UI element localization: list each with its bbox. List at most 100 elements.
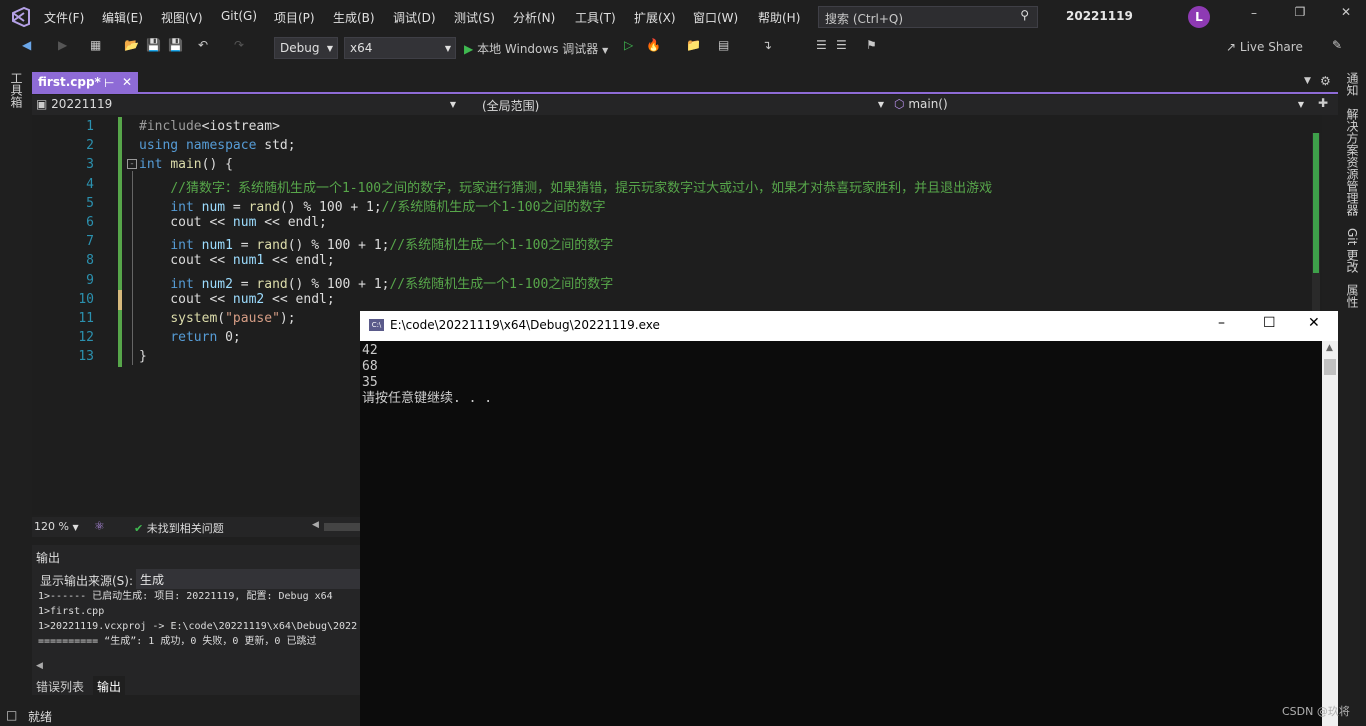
line-number: 6 [86, 215, 94, 230]
line-number: 5 [86, 195, 94, 211]
scope-dropdown[interactable]: (全局范围) ▼ [482, 97, 886, 113]
code-line: using namespace std; [139, 138, 296, 154]
project-dropdown[interactable]: ▣ 20221119 ▼ [36, 97, 458, 113]
code-line: int main() { [139, 157, 233, 173]
start-debug-button[interactable]: ▶ 本地 Windows 调试器 ▼ [464, 40, 608, 60]
console-scroll-thumb[interactable] [1324, 359, 1336, 375]
undo-icon[interactable]: ↶ [198, 38, 208, 58]
search-icon: ⚲ [1020, 8, 1029, 22]
back-icon[interactable]: ◀ [22, 38, 31, 58]
output-source-select[interactable]: 生成 [136, 569, 362, 589]
console-maximize-button[interactable]: ☐ [1263, 315, 1276, 331]
forward-icon[interactable]: ▶ [58, 38, 67, 58]
line-number: 7 [86, 234, 94, 250]
uncomment-icon[interactable]: ☰ [836, 38, 847, 58]
line-number: 9 [86, 272, 94, 288]
tab-first-cpp[interactable]: first.cpp* ⊢ ✕ [32, 72, 138, 94]
share-icon: ↗ [1226, 40, 1237, 54]
issues-indicator[interactable]: ✔ 未找到相关问题 [134, 520, 224, 536]
vs-logo-icon[interactable] [10, 6, 32, 28]
code-line: int num2 = rand() % 100 + 1;//系统随机生成一个1-… [170, 276, 614, 292]
save-icon[interactable]: 💾 [146, 38, 161, 58]
hot-reload-icon[interactable]: 🔥 [646, 38, 661, 58]
scroll-left-icon[interactable]: ◀ [312, 520, 319, 530]
solution-explorer-icon[interactable]: 📁 [686, 38, 701, 58]
chevron-down-icon: ▼ [444, 44, 451, 53]
output-tab[interactable]: 输出 [93, 676, 126, 697]
console-scrollbar[interactable]: ▲ [1322, 341, 1338, 726]
output-scroll-left-icon[interactable]: ◀ [36, 661, 43, 671]
restore-button[interactable]: ❐ [1290, 5, 1310, 25]
code-line: system("pause"); [170, 311, 296, 326]
menu-item[interactable]: 项目(P) [274, 9, 315, 26]
redo-icon[interactable]: ↷ [234, 38, 244, 58]
config-select[interactable]: Debug ▼ [274, 37, 338, 59]
collapse-icon[interactable]: - [127, 159, 137, 169]
scroll-up-icon[interactable]: ▲ [1326, 343, 1333, 353]
output-title: 输出 [36, 551, 61, 565]
menu-item[interactable]: 扩展(X) [634, 9, 676, 26]
pin-icon[interactable]: ⊢ [104, 76, 114, 90]
git-changes-tab[interactable]: Git 更改 [1344, 228, 1361, 273]
menu-item[interactable]: 调试(D) [393, 9, 436, 26]
menu-item[interactable]: 视图(V) [161, 9, 203, 26]
toolbar: ◀ ▶ ▦ 📂 💾 💾 ↶ ↷ Debug ▼ x64 ▼ ▶ 本地 Windows… [0, 34, 1366, 62]
console-close-button[interactable]: ✕ [1308, 315, 1320, 331]
platform-select[interactable]: x64 ▼ [344, 37, 456, 59]
console-line: 请按任意键继续. . . [362, 391, 493, 406]
zoom-select[interactable]: 120 % ▼ [34, 520, 92, 533]
solution-explorer-tab[interactable]: 解决方案资源管理器 [1344, 108, 1361, 216]
bookmark-icon[interactable]: ⚑ [866, 38, 877, 58]
code-line: cout << num1 << endl; [139, 253, 335, 269]
close-button[interactable]: ✕ [1336, 5, 1356, 25]
properties-tab[interactable]: 属性 [1344, 284, 1361, 308]
feedback-icon[interactable]: ✎ [1332, 38, 1342, 58]
code-line: //猜数字：系统随机生成一个1-100之间的数字，玩家进行猜测，如果猜错，提示玩… [170, 180, 993, 196]
split-icon[interactable]: ✚ [1318, 96, 1328, 110]
console-title-bar[interactable]: C:\ E:\code\20221119\x64\Debug\20221119.… [360, 311, 1338, 341]
play-icon: ▶ [464, 42, 474, 56]
menu-item[interactable]: 编辑(E) [102, 9, 143, 26]
console-title: E:\code\20221119\x64\Debug\20221119.exe [390, 318, 660, 332]
navigation-bar: ▣ 20221119 ▼ (全局范围) ▼ ⬡ main() ▼ ✚ [32, 95, 1338, 115]
error-list-tab[interactable]: 错误列表 [36, 678, 84, 695]
new-project-icon[interactable]: ▦ [90, 38, 101, 58]
chevron-down-icon: ▼ [326, 44, 333, 53]
live-share-button[interactable]: ↗ Live Share [1226, 40, 1303, 60]
code-line: int num1 = rand() % 100 + 1;//系统随机生成一个1-… [170, 238, 614, 254]
menu-item[interactable]: 工具(T) [575, 9, 616, 26]
minimize-button[interactable]: – [1244, 6, 1264, 26]
avatar[interactable]: L [1188, 6, 1210, 28]
comment-icon[interactable]: ☰ [816, 38, 827, 58]
scroll-thumb[interactable] [1313, 133, 1319, 273]
code-line: cout << num2 << endl; [139, 291, 335, 307]
search-input[interactable]: 搜索 (Ctrl+Q) ⚲ [818, 6, 1038, 28]
console-minimize-button[interactable]: – [1218, 315, 1225, 331]
code-line: #include<iostream> [139, 119, 280, 134]
horizontal-scrollbar[interactable] [324, 523, 360, 531]
menu-item[interactable]: 窗口(W) [693, 9, 738, 26]
settings-gear-icon[interactable]: ⚙ [1320, 74, 1331, 88]
step-icon[interactable]: ↴ [762, 38, 772, 58]
tab-list-icon[interactable]: ▼ [1304, 76, 1311, 86]
close-tab-icon[interactable]: ✕ [122, 75, 132, 89]
member-dropdown[interactable]: ⬡ main() ▼ [894, 97, 1306, 113]
status-ready: 就绪 [28, 710, 53, 724]
intellicode-icon[interactable]: ⚛ [94, 519, 105, 533]
solution-name: 20221119 [1066, 9, 1133, 23]
menu-item[interactable]: 测试(S) [454, 9, 495, 26]
console-window[interactable]: C:\ E:\code\20221119\x64\Debug\20221119.… [360, 311, 1338, 726]
output-line: 1>first.cpp [38, 606, 105, 617]
menu-item[interactable]: 帮助(H) [758, 9, 800, 26]
menu-item[interactable]: 生成(B) [333, 9, 375, 26]
notifications-tab[interactable]: 通知 [1344, 72, 1361, 96]
menu-item[interactable]: Git(G) [221, 9, 257, 23]
toolbox-tab[interactable]: 工具箱 [8, 72, 25, 108]
start-without-debug-icon[interactable]: ▷ [624, 38, 633, 58]
save-all-icon[interactable]: 💾 [168, 38, 183, 58]
menu-item[interactable]: 文件(F) [44, 9, 84, 26]
console-app-icon: C:\ [369, 319, 384, 331]
menu-item[interactable]: 分析(N) [513, 9, 555, 26]
layout-icon[interactable]: ▤ [718, 38, 729, 58]
open-folder-icon[interactable]: 📂 [124, 38, 139, 58]
